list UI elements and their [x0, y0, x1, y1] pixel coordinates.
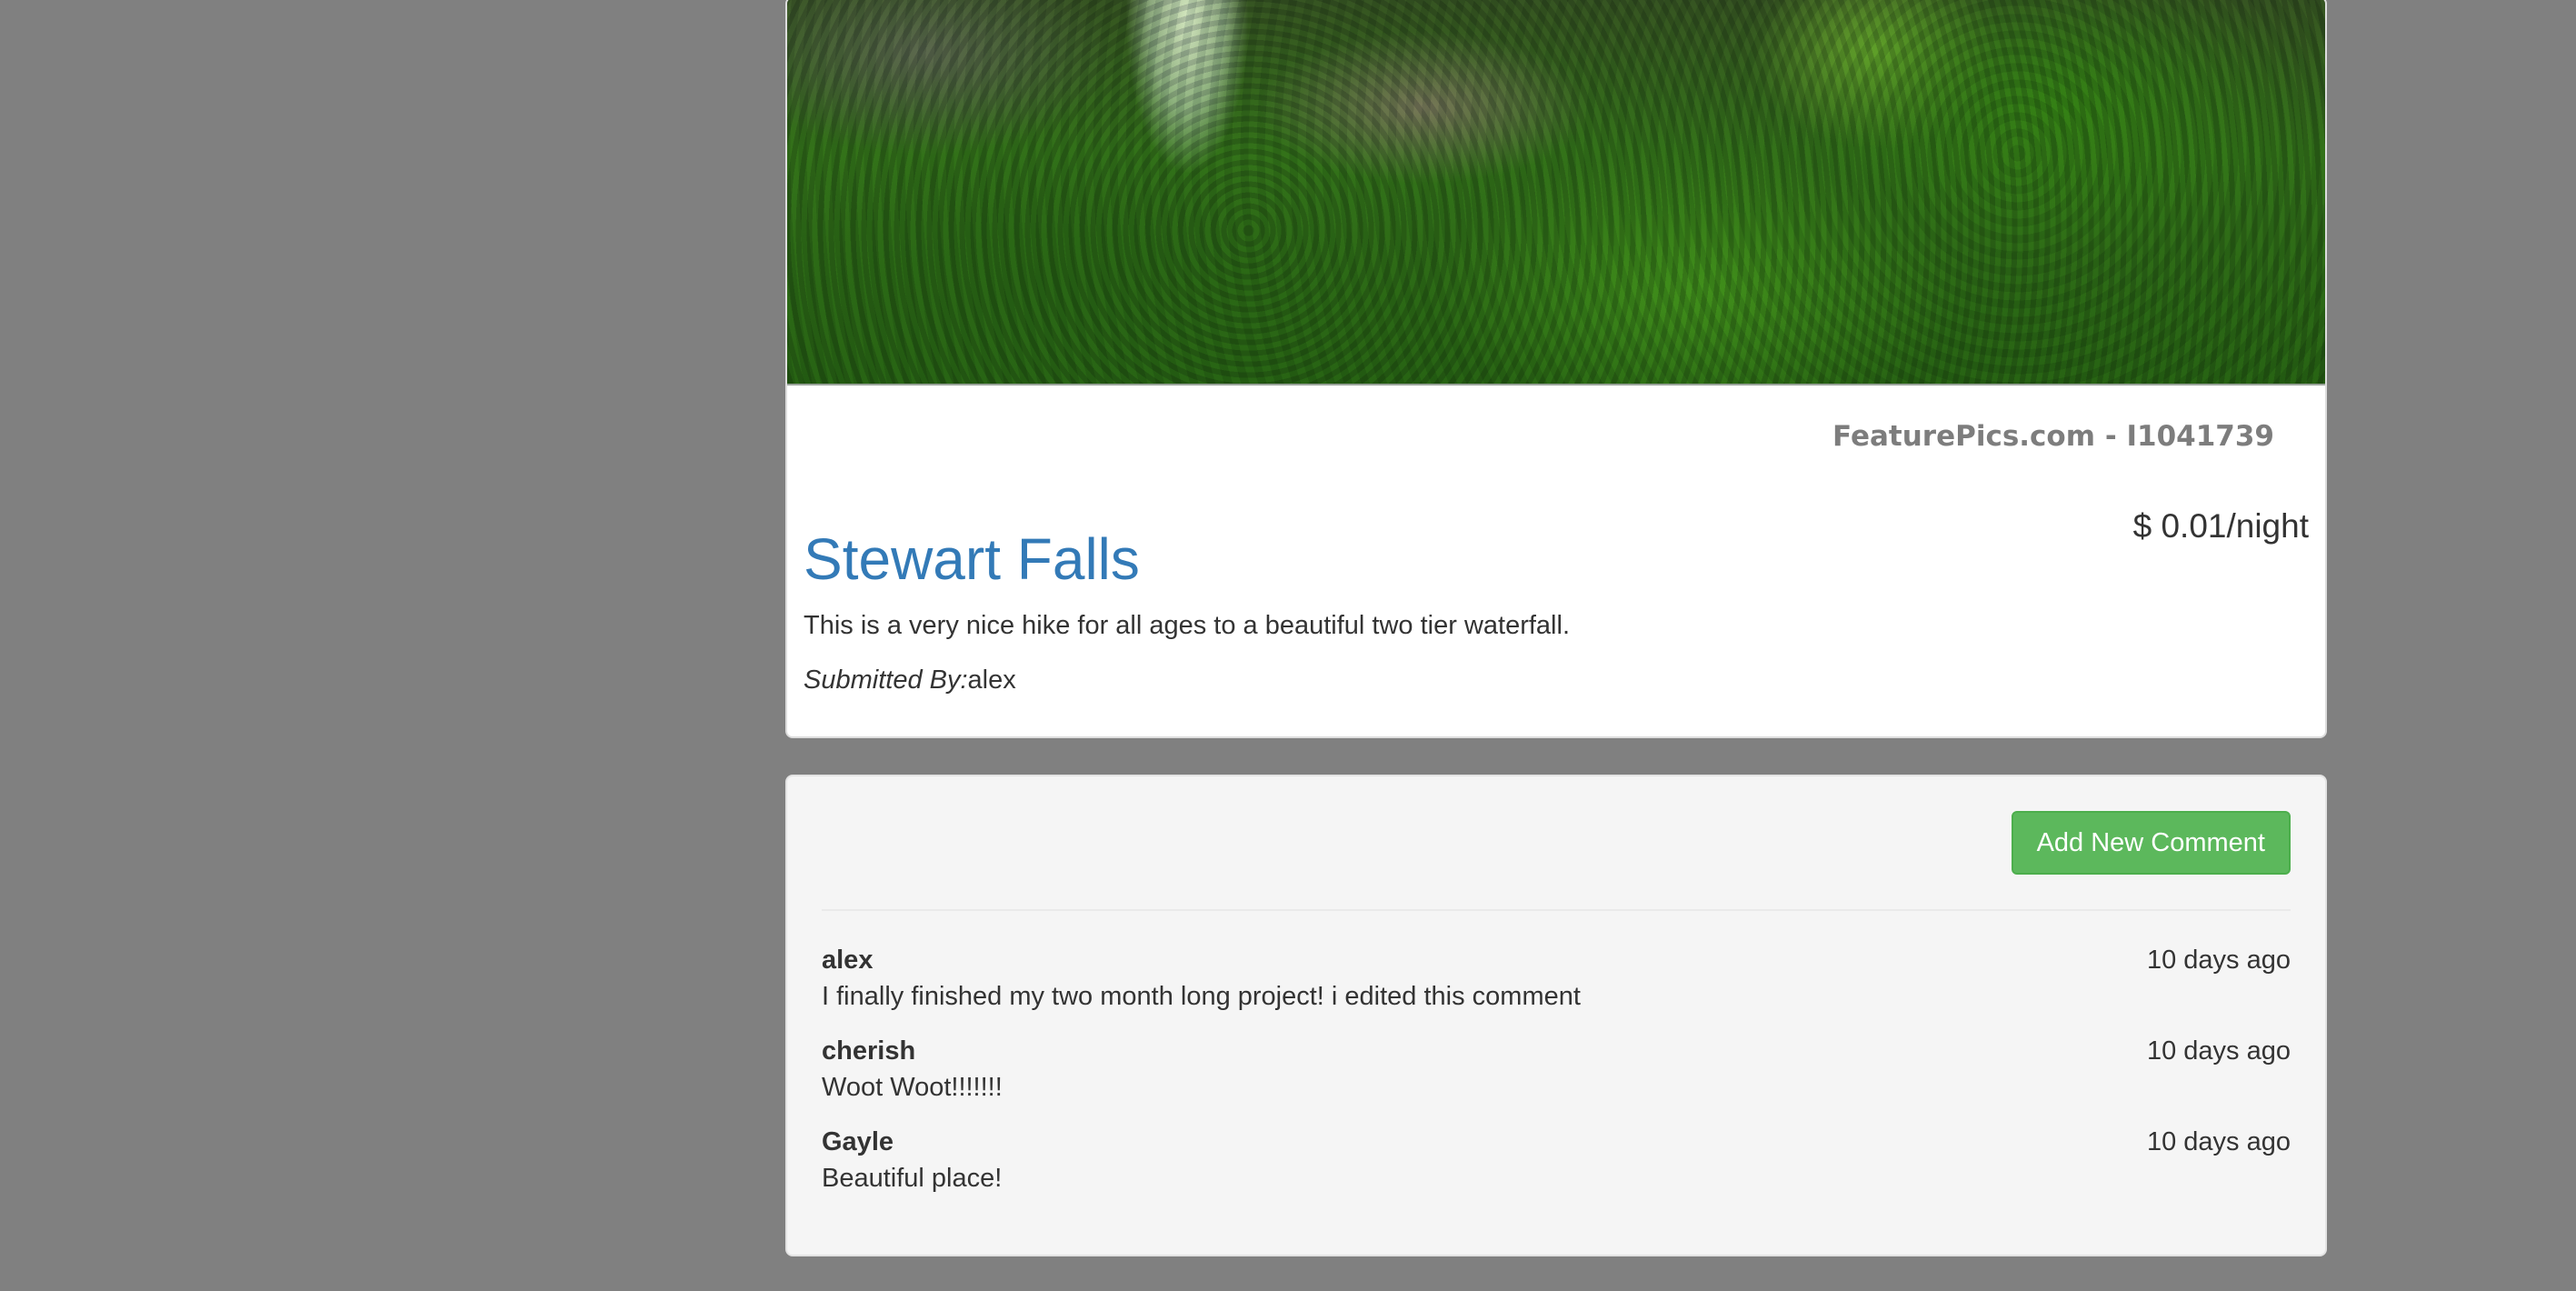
photo-border [787, 384, 2325, 385]
submitted-by: Submitted By:alex [804, 666, 1016, 696]
submitted-by-author: alex [967, 666, 1016, 695]
comment-author: Gayle [822, 1127, 894, 1156]
campground-photo [787, 0, 2325, 385]
campground-card: FeaturePics.com - I1041739 $ 0.01/night … [785, 0, 2327, 738]
comment-timestamp: 10 days ago [2146, 946, 2291, 975]
comment-author: cherish [822, 1036, 916, 1066]
comments-well: Add New Comment alex 10 days ago I final… [785, 775, 2327, 1256]
campground-title-link[interactable]: Stewart Falls [804, 525, 1140, 593]
comment-author: alex [822, 946, 874, 975]
submitted-by-label: Submitted By: [804, 666, 968, 695]
price-label: $ 0.01/night [2132, 507, 2309, 545]
image-watermark: FeaturePics.com - I1041739 [1832, 420, 2274, 453]
comment-text: Beautiful place! [822, 1164, 1003, 1193]
add-new-comment-button[interactable]: Add New Comment [2011, 811, 2291, 875]
comment-item: Gayle 10 days ago Beautiful place! [822, 1127, 2291, 1200]
comment-timestamp: 10 days ago [2146, 1036, 2291, 1066]
comment-item: alex 10 days ago I finally finished my t… [822, 946, 2291, 1018]
comment-timestamp: 10 days ago [2146, 1127, 2291, 1156]
comment-item: cherish 10 days ago Woot Woot!!!!!!! [822, 1036, 2291, 1109]
comment-text: Woot Woot!!!!!!! [822, 1073, 1003, 1102]
comment-text: I finally finished my two month long pro… [822, 982, 1581, 1011]
comments-divider [822, 909, 2291, 911]
campground-description: This is a very nice hike for all ages to… [804, 611, 1570, 640]
